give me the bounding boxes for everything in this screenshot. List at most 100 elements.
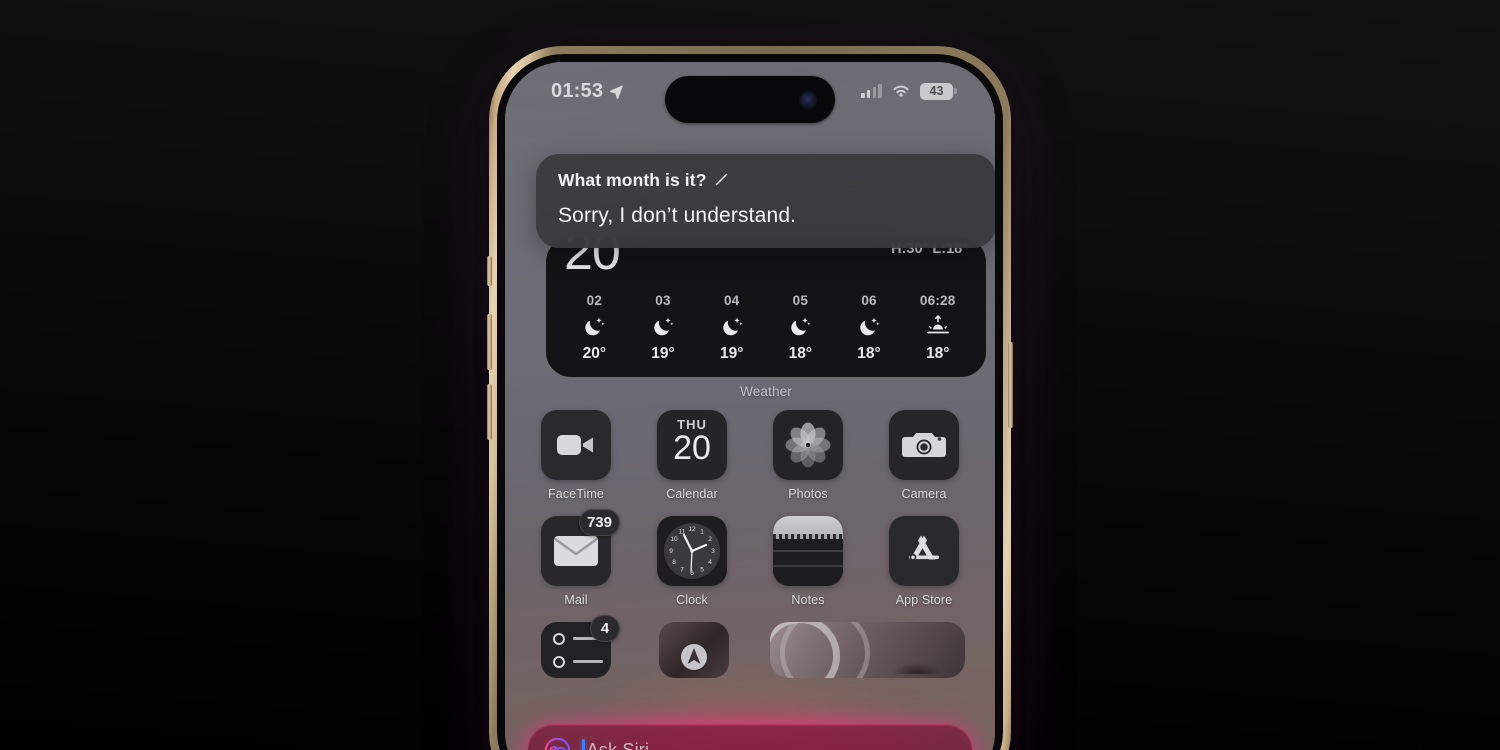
svg-text:5: 5	[700, 567, 704, 574]
svg-text:1: 1	[700, 529, 704, 536]
app-icon-maps[interactable]	[653, 622, 735, 678]
app-row-3-partial: 4	[535, 615, 965, 678]
app-icon-photos[interactable]: Photos	[767, 410, 849, 501]
moon-stars-icon	[857, 314, 881, 340]
svg-text:2: 2	[708, 536, 712, 543]
app-icon-camera[interactable]: Camera	[883, 410, 965, 501]
camera-icon	[889, 410, 959, 480]
app-icon-clock[interactable]: 12 1 2 345 678 9 10 11 Clock	[651, 516, 733, 607]
app-label: Calendar	[666, 487, 718, 501]
location-arrow-icon	[610, 84, 624, 99]
edit-pencil-icon[interactable]	[715, 173, 728, 186]
text-cursor	[582, 738, 585, 750]
battery-tip	[954, 88, 957, 94]
moon-stars-icon	[788, 314, 812, 340]
clock-face-icon: 12 1 2 345 678 9 10 11	[657, 516, 727, 586]
weather-hour-cell: 04 19°	[697, 289, 766, 367]
weather-hour-time: 02	[586, 293, 603, 308]
siri-query-row[interactable]: What month is it?	[558, 170, 974, 191]
weather-hour-time: 03	[655, 293, 671, 308]
reminders-badge: 4	[590, 615, 620, 642]
mail-badge: 739	[578, 509, 620, 536]
svg-text:8: 8	[672, 559, 676, 566]
weather-hour-cell: 06:28 18°	[903, 289, 972, 367]
status-bar-right: 43	[861, 82, 957, 100]
iphone-device-frame: 01:53 43 20 H:30° L:18° 02 20° 03 19° 04…	[487, 46, 1013, 750]
app-label: Notes	[791, 593, 825, 607]
svg-text:10: 10	[670, 536, 678, 543]
calendar-icon: THU 20	[657, 410, 727, 480]
silent-switch[interactable]	[487, 256, 492, 286]
app-icon-calendar[interactable]: THU 20 Calendar	[651, 410, 733, 501]
svg-text:12: 12	[688, 526, 696, 533]
weather-hour-time: 06	[861, 293, 877, 308]
app-label: Clock	[676, 593, 708, 607]
svg-text:7: 7	[680, 567, 684, 574]
power-button[interactable]	[1008, 342, 1013, 428]
moon-stars-icon	[651, 314, 675, 340]
status-bar-left: 01:53	[551, 80, 624, 103]
front-camera-lens-icon	[801, 92, 816, 107]
photos-widget-thumbnail	[770, 622, 965, 678]
weather-hour-time: 04	[723, 293, 740, 308]
app-label: App Store	[895, 593, 953, 607]
svg-text:9: 9	[669, 548, 673, 555]
wifi-icon	[893, 85, 909, 97]
weather-widget-label: Weather	[740, 384, 792, 399]
weather-hourly-forecast: 02 20° 03 19° 04 19° 05 18° 06 18° 06:28…	[546, 289, 986, 367]
facetime-video-icon	[541, 410, 611, 480]
weather-hour-temp: 20°	[582, 345, 607, 362]
notes-icon	[773, 516, 843, 586]
app-label: FaceTime	[548, 487, 604, 501]
svg-text:3: 3	[711, 548, 715, 555]
calendar-day: 20	[673, 429, 711, 467]
siri-input-placeholder: Ask Siri…	[586, 739, 668, 750]
siri-input-bar[interactable]: Ask Siri…	[527, 724, 973, 750]
app-icon-mail[interactable]: 739 Mail	[535, 509, 620, 607]
weather-hour-cell: 03 19°	[629, 289, 698, 367]
app-row-2: 739 Mail 12 1 2 345 678 9 10 11 Clock No…	[535, 509, 965, 607]
cellular-bars-icon	[861, 84, 882, 98]
siri-response-card[interactable]: What month is it? Sorry, I don’t underst…	[536, 154, 995, 248]
weather-hour-temp: 18°	[925, 345, 950, 362]
volume-down-button[interactable]	[487, 384, 492, 440]
weather-hour-cell: 05 18°	[766, 289, 835, 367]
app-icon-reminders[interactable]: 4	[535, 615, 620, 678]
weather-hour-time: 06:28	[919, 293, 956, 308]
app-label: Photos	[788, 487, 828, 501]
status-bar-clock: 01:53	[551, 79, 604, 102]
app-icon-notes[interactable]: Notes	[767, 516, 849, 607]
siri-orb-icon[interactable]	[544, 737, 571, 750]
weather-hour-temp: 19°	[719, 345, 744, 362]
moon-stars-icon	[582, 314, 606, 340]
app-store-icon	[889, 516, 959, 586]
weather-hour-temp: 19°	[651, 345, 675, 362]
moon-stars-icon	[720, 314, 744, 340]
app-label: Camera	[901, 487, 947, 501]
photos-widget[interactable]	[770, 622, 965, 678]
weather-hour-temp: 18°	[857, 345, 881, 362]
sunrise-icon	[925, 314, 951, 340]
battery-percent-label: 43	[929, 83, 944, 98]
app-row-1: FaceTime THU 20 Calendar Photos Camera	[535, 410, 965, 501]
weather-hour-cell: 02 20°	[560, 289, 629, 367]
weather-hour-cell: 06 18°	[835, 289, 904, 367]
app-icon-app-store[interactable]: App Store	[883, 516, 965, 607]
photos-pinwheel-icon	[773, 410, 843, 480]
weather-widget[interactable]: 20 H:30° L:18° 02 20° 03 19° 04 19° 05 1…	[546, 237, 986, 377]
dynamic-island[interactable]	[665, 76, 835, 123]
maps-icon	[658, 622, 729, 678]
app-icon-facetime[interactable]: FaceTime	[535, 410, 617, 501]
app-label: Mail	[564, 593, 588, 607]
iphone-screen: 01:53 43 20 H:30° L:18° 02 20° 03 19° 04…	[505, 62, 995, 750]
battery-indicator: 43	[920, 82, 957, 100]
home-screen-app-grid: FaceTime THU 20 Calendar Photos Camera 7…	[535, 410, 965, 678]
svg-text:4: 4	[708, 559, 712, 566]
badge-count: 4	[600, 620, 610, 637]
siri-answer-text: Sorry, I don’t understand.	[558, 204, 797, 227]
weather-hour-temp: 18°	[788, 345, 813, 362]
siri-query-text: What month is it?	[558, 170, 707, 190]
weather-hour-time: 05	[792, 293, 809, 308]
badge-count: 739	[586, 514, 612, 531]
volume-up-button[interactable]	[487, 314, 492, 370]
